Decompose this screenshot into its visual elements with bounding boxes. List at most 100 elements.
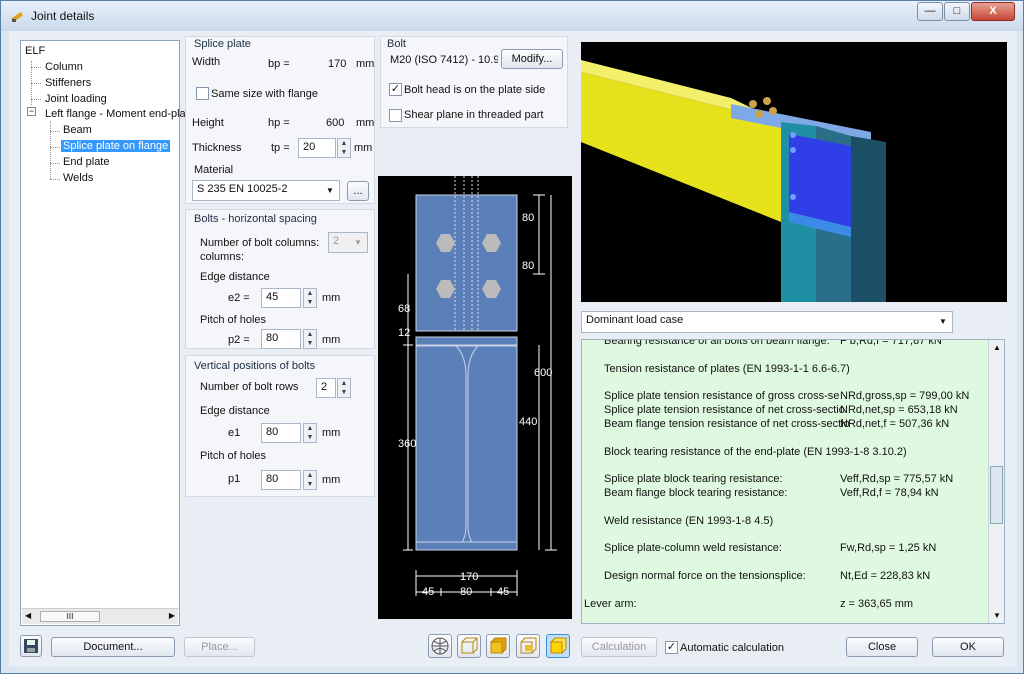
tree-item-welds[interactable]: Welds <box>63 172 93 184</box>
calculation-button[interactable]: Calculation <box>581 637 657 657</box>
tree-item-joint-loading[interactable]: Joint loading <box>45 93 107 105</box>
height-symbol: hp = <box>268 117 290 129</box>
result-line-left: Design normal force on the tensionsplice… <box>604 570 806 582</box>
e1-spinner[interactable]: ▲ ▼ <box>303 423 317 443</box>
drawing-canvas: 80 80 68 12 600 360 440 170 45 80 45 <box>398 176 557 598</box>
result-line-left: Beam flange tension resistance of net cr… <box>604 418 850 430</box>
result-line-right: Fw,Rd,sp = 1,25 kN <box>840 542 937 554</box>
render-mode-icon[interactable] <box>428 634 452 658</box>
e2-edge-label: Edge distance <box>200 271 270 283</box>
thickness-label: Thickness <box>192 142 242 154</box>
bolt-rows-spinner[interactable]: ▲ ▼ <box>337 378 351 398</box>
chevron-down-icon[interactable]: ▼ <box>936 314 950 329</box>
tree-item-beam[interactable]: Beam <box>63 124 92 136</box>
e1-symbol: e1 <box>228 427 241 439</box>
result-line-right: NRd,net,sp = 653,18 kN <box>840 404 958 416</box>
document-button[interactable]: Document... <box>51 637 175 657</box>
bolt-columns-select[interactable]: 2 ▼ <box>328 232 368 253</box>
results-panel[interactable]: Bearing resistance of all bolts on beam … <box>581 339 1005 624</box>
spin-down-icon[interactable]: ▼ <box>304 339 316 348</box>
joint-details-window: Joint details — □ X ELF Column Stiffener… <box>0 0 1024 674</box>
tree-horizontal-scrollbar[interactable]: ◀ III ▶ <box>22 608 178 624</box>
minimize-button[interactable]: — <box>917 2 943 21</box>
tree-item-end-plate[interactable]: End plate <box>63 156 109 168</box>
e2-input[interactable]: 45 <box>261 288 301 308</box>
scroll-thumb[interactable]: III <box>40 611 100 622</box>
spin-up-icon[interactable]: ▲ <box>304 330 316 339</box>
solid-view-icon[interactable] <box>486 634 510 658</box>
tree-connector <box>31 99 41 100</box>
dim-e1-top: 80 <box>522 212 534 224</box>
spin-down-icon[interactable]: ▼ <box>304 433 316 442</box>
same-size-label: Same size with flange <box>211 88 318 100</box>
load-case-select[interactable]: Dominant load case ▼ <box>581 311 953 333</box>
result-line-left: Splice plate tension resistance of gross… <box>604 390 840 402</box>
thickness-input[interactable]: 20 <box>298 138 336 158</box>
vertical-positions-title: Vertical positions of bolts <box>194 360 316 372</box>
p1-pitch-label: Pitch of holes <box>200 450 267 462</box>
spin-up-icon[interactable]: ▲ <box>304 424 316 433</box>
result-line-right: z = 363,65 mm <box>840 598 914 610</box>
ok-button[interactable]: OK <box>932 637 1004 657</box>
p2-pitch-label: Pitch of holes <box>200 314 267 326</box>
scroll-thumb[interactable] <box>990 466 1003 524</box>
p1-spinner[interactable]: ▲ ▼ <box>303 470 317 490</box>
result-line-right: NRd,net,f = 507,36 kN <box>840 418 950 430</box>
tree-item-stiffeners[interactable]: Stiffeners <box>45 77 91 89</box>
chevron-down-icon[interactable]: ▼ <box>351 235 365 250</box>
spin-down-icon[interactable]: ▼ <box>338 388 350 397</box>
p2-spinner[interactable]: ▲ ▼ <box>303 329 317 349</box>
bolt-rows-input[interactable]: 2 <box>316 378 336 398</box>
chevron-down-icon[interactable]: ▼ <box>323 183 337 198</box>
automatic-calculation-checkbox[interactable]: ✓ <box>665 641 678 654</box>
bolt-columns-label: Number of bolt columns: <box>200 237 320 249</box>
results-scrollbar[interactable]: ▲ ▼ <box>988 340 1004 623</box>
full-solid-view-icon[interactable] <box>546 634 570 658</box>
dim-170: 170 <box>460 571 478 583</box>
p1-input[interactable]: 80 <box>261 470 301 490</box>
scroll-right-icon[interactable]: ▶ <box>169 611 175 620</box>
scroll-left-icon[interactable]: ◀ <box>25 611 31 620</box>
material-select[interactable]: S 235 EN 10025-2 ▼ <box>192 180 340 201</box>
thickness-spinner[interactable]: ▲ ▼ <box>337 138 351 158</box>
tree-item-left-flange[interactable]: Left flange - Moment end-pla <box>45 108 186 120</box>
shear-plane-checkbox[interactable] <box>389 109 402 122</box>
scroll-up-icon[interactable]: ▲ <box>993 343 1001 352</box>
spin-up-icon[interactable]: ▲ <box>304 471 316 480</box>
spin-down-icon[interactable]: ▼ <box>304 480 316 489</box>
3d-view[interactable] <box>581 42 1007 302</box>
beam-flange-top <box>415 336 518 346</box>
shaded-view-icon[interactable] <box>516 634 540 658</box>
automatic-calculation-label: Automatic calculation <box>680 642 784 654</box>
tree-connector <box>50 179 60 180</box>
spin-up-icon[interactable]: ▲ <box>338 139 350 148</box>
width-value: 170 <box>328 58 347 70</box>
width-unit: mm <box>356 58 375 70</box>
place-button[interactable]: Place... <box>184 637 255 657</box>
tree-item-column[interactable]: Column <box>45 61 83 73</box>
collapse-toggle[interactable]: − <box>27 107 36 116</box>
e2-spinner[interactable]: ▲ ▼ <box>303 288 317 308</box>
bolt-head-checkbox[interactable]: ✓ <box>389 83 402 96</box>
p2-input[interactable]: 80 <box>261 329 301 349</box>
scroll-down-icon[interactable]: ▼ <box>993 611 1001 620</box>
spin-down-icon[interactable]: ▼ <box>304 298 316 307</box>
close-window-button[interactable]: X <box>971 2 1015 21</box>
spin-down-icon[interactable]: ▼ <box>338 148 350 157</box>
maximize-button[interactable]: □ <box>944 2 970 21</box>
wireframe-view-icon[interactable] <box>457 634 481 658</box>
title-bar[interactable]: Joint details — □ X <box>1 1 1023 31</box>
tree-item-splice-plate[interactable]: Splice plate on flange <box>61 140 171 152</box>
same-size-checkbox[interactable] <box>196 87 209 100</box>
save-button[interactable] <box>20 635 42 657</box>
material-browse-button[interactable]: ... <box>347 181 369 201</box>
close-button[interactable]: Close <box>846 637 918 657</box>
result-line-left: Bearing resistance of all bolts on beam … <box>604 339 830 347</box>
e1-input[interactable]: 80 <box>261 423 301 443</box>
tree-connector <box>31 67 41 68</box>
spin-up-icon[interactable]: ▲ <box>338 379 350 388</box>
modify-bolt-button[interactable]: Modify... <box>501 49 563 69</box>
tree-item-elf[interactable]: ELF <box>25 45 45 57</box>
spin-up-icon[interactable]: ▲ <box>304 289 316 298</box>
navigation-tree: ELF Column Stiffeners Joint loading − Le… <box>20 40 186 626</box>
